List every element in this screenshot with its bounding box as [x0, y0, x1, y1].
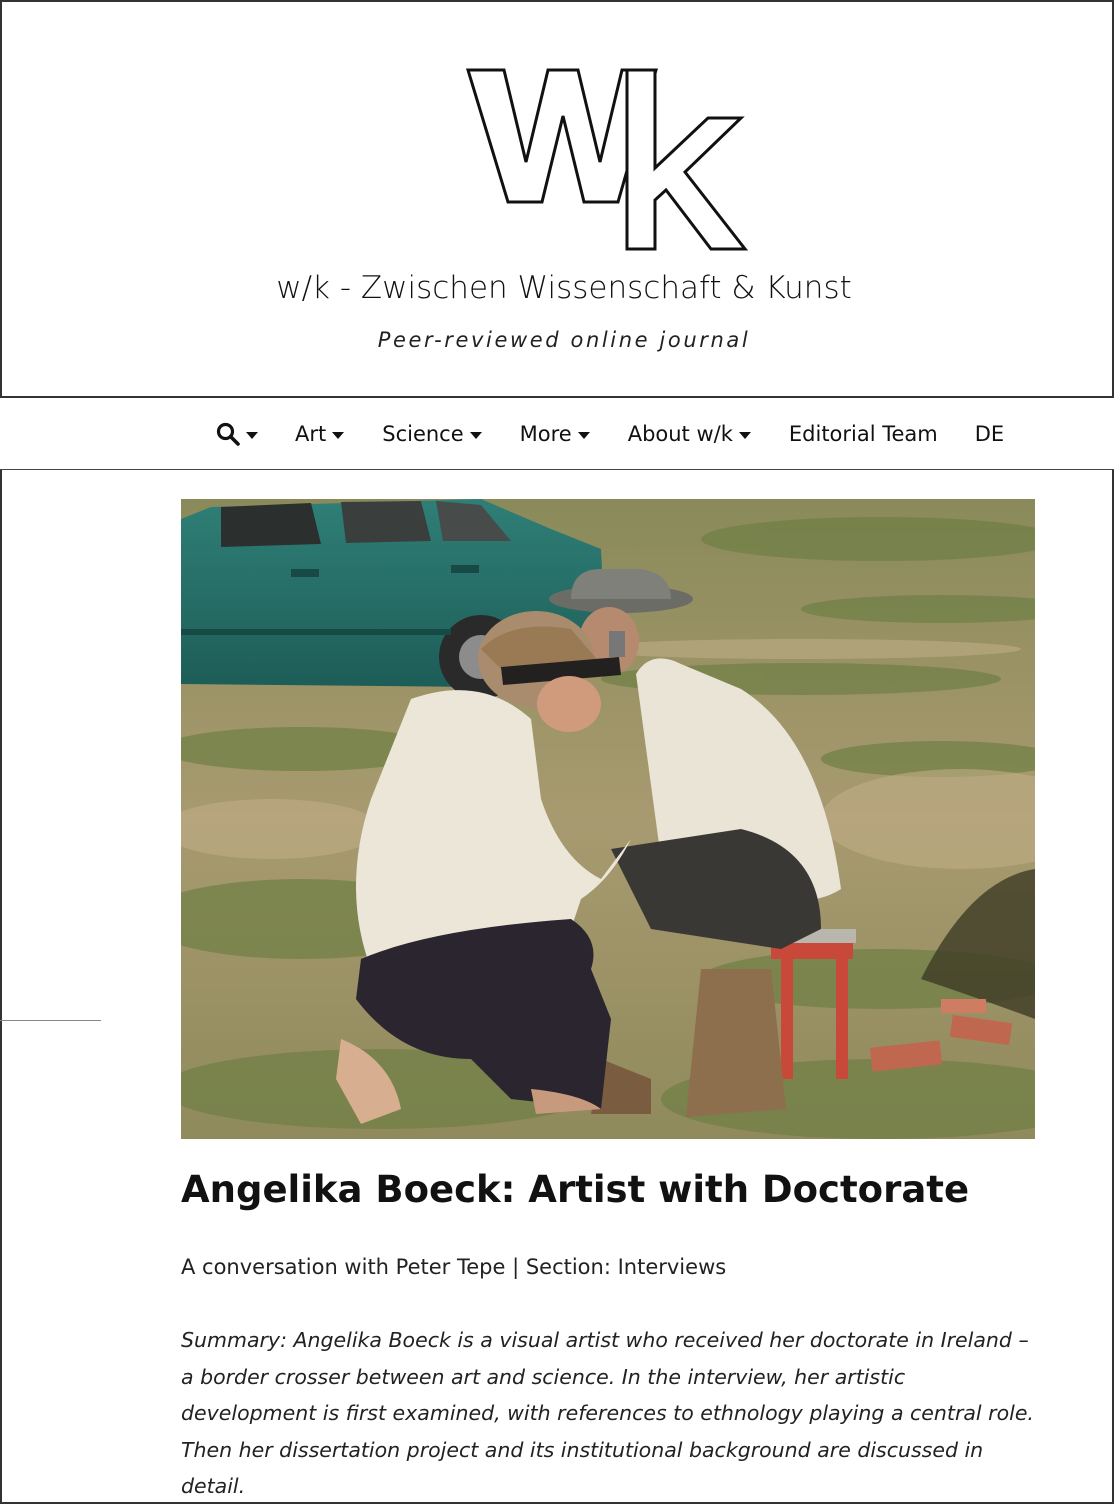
chevron-down-icon	[332, 432, 345, 439]
chevron-down-icon	[738, 432, 751, 439]
site-title[interactable]: w/k - Zwischen Wissenschaft & Kunst	[0, 270, 1114, 306]
nav-item-label: Science	[382, 422, 464, 446]
nav-item-about[interactable]: About w/k	[628, 422, 751, 446]
nav-item-art[interactable]: Art	[295, 422, 345, 446]
nav-item-science[interactable]: Science	[382, 422, 482, 446]
nav-item-label: Art	[295, 422, 327, 446]
article-featured-image[interactable]	[181, 499, 1035, 1139]
nav-item-label: DE	[974, 422, 1005, 446]
article-summary: Summary: Angelika Boeck is a visual arti…	[181, 1328, 1034, 1498]
nav-item-more[interactable]: More	[520, 422, 590, 446]
chevron-down-icon	[469, 432, 482, 439]
article-title[interactable]: Angelika Boeck: Artist with Doctorate	[181, 1168, 969, 1211]
nav-item-label: About w/k	[627, 422, 733, 446]
chevron-down-icon	[577, 432, 590, 439]
nav-item-language-de[interactable]: DE	[975, 422, 1004, 446]
search-icon	[216, 422, 240, 446]
main-navigation: Art Science More About w/k Editorial Tea…	[0, 396, 1114, 470]
site-logo[interactable]	[464, 66, 748, 252]
nav-item-editorial-team[interactable]: Editorial Team	[789, 422, 938, 446]
chevron-down-icon	[246, 432, 258, 439]
nav-item-label: Editorial Team	[788, 422, 938, 446]
nav-item-label: More	[519, 422, 572, 446]
search-menu[interactable]	[216, 422, 258, 446]
site-tagline: Peer-reviewed online journal	[377, 328, 751, 352]
article-byline: A conversation with Peter Tepe | Section…	[181, 1255, 727, 1279]
sidebar-divider	[0, 1020, 101, 1021]
